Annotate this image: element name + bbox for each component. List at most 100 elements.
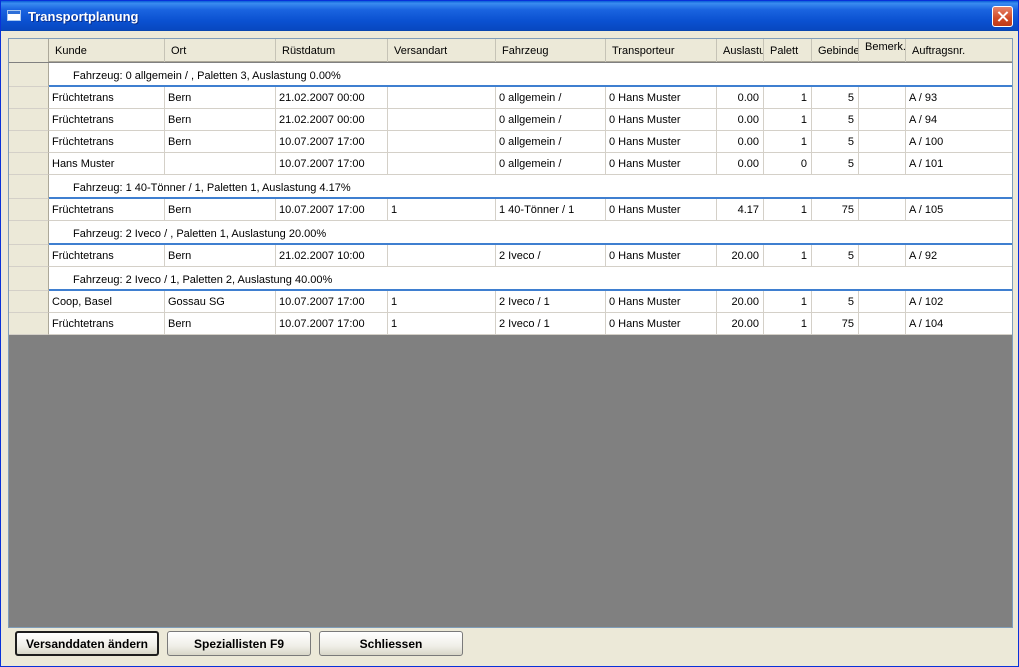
table-cell[interactable]: 0 Hans Muster [606,199,717,221]
table-row[interactable]: Hans Muster 10.07.2007 17:00 0 allgemein /… [9,153,1012,175]
table-cell[interactable] [859,291,906,313]
row-selector[interactable] [9,63,49,87]
table-cell[interactable]: Früchtetrans [49,131,165,153]
row-selector[interactable] [9,175,49,199]
table-cell[interactable]: A / 100 [906,131,1012,153]
row-selector[interactable] [9,153,49,175]
table-cell[interactable]: 75 [812,313,859,335]
column-header-gebinde[interactable]: Gebinde [812,39,859,62]
table-cell[interactable]: 0.00 [717,87,764,109]
table-cell[interactable]: Früchtetrans [49,109,165,131]
table-cell[interactable]: 0 [764,153,812,175]
row-selector[interactable] [9,131,49,153]
column-header-ort[interactable]: Ort [165,39,276,62]
table-cell[interactable]: Früchtetrans [49,245,165,267]
group-row[interactable]: Fahrzeug: 2 Iveco / , Paletten 1, Auslas… [9,221,1012,245]
column-header-auslastu[interactable]: Auslastu [717,39,764,62]
table-cell[interactable]: Früchtetrans [49,313,165,335]
group-row[interactable]: Fahrzeug: 0 allgemein / , Paletten 3, Au… [9,63,1012,87]
column-header-palett[interactable]: Palett [764,39,812,62]
column-header-transporteur[interactable]: Transporteur [606,39,717,62]
table-cell[interactable]: 1 [388,291,496,313]
table-cell[interactable]: 20.00 [717,291,764,313]
row-selector[interactable] [9,291,49,313]
table-cell[interactable] [859,245,906,267]
table-cell[interactable]: 0.00 [717,153,764,175]
table-cell[interactable]: Coop, Basel [49,291,165,313]
table-cell[interactable] [388,87,496,109]
table-cell[interactable]: 2 Iveco / 1 [496,291,606,313]
table-cell[interactable] [165,153,276,175]
table-row[interactable]: Früchtetrans Bern 21.02.2007 00:00 0 allgem… [9,87,1012,109]
table-cell[interactable]: A / 104 [906,313,1012,335]
column-header-versandart[interactable]: Versandart [388,39,496,62]
table-cell[interactable]: 20.00 [717,245,764,267]
table-cell[interactable]: 1 [764,131,812,153]
table-row[interactable]: Früchtetrans Bern 10.07.2007 17:00 1 2 Iveco… [9,313,1012,335]
row-selector[interactable] [9,221,49,245]
table-cell[interactable]: Bern [165,245,276,267]
table-cell[interactable] [859,199,906,221]
table-cell[interactable]: A / 93 [906,87,1012,109]
column-header-auftragsnr[interactable]: Auftragsnr. [906,39,1012,62]
table-cell[interactable]: 1 [764,291,812,313]
table-cell[interactable]: 20.00 [717,313,764,335]
table-row[interactable]: Früchtetrans Bern 10.07.2007 17:00 0 allgem… [9,131,1012,153]
table-cell[interactable]: 0 Hans Muster [606,109,717,131]
table-cell[interactable]: A / 92 [906,245,1012,267]
table-cell[interactable]: 2 Iveco / [496,245,606,267]
table-row[interactable]: Früchtetrans Bern 21.02.2007 00:00 0 allgem… [9,109,1012,131]
table-cell[interactable]: 0 allgemein / [496,131,606,153]
table-cell[interactable]: 10.07.2007 17:00 [276,291,388,313]
table-cell[interactable]: 0 Hans Muster [606,131,717,153]
row-selector[interactable] [9,109,49,131]
title-bar[interactable]: Transportplanung [1,1,1018,31]
transport-grid[interactable]: Kunde Ort Rüstdatum Versandart Fahrzeug Trans… [8,38,1013,628]
row-selector[interactable] [9,87,49,109]
table-cell[interactable]: Hans Muster [49,153,165,175]
table-cell[interactable] [859,131,906,153]
table-cell[interactable]: Bern [165,87,276,109]
table-cell[interactable]: 0 allgemein / [496,109,606,131]
table-cell[interactable]: Früchtetrans [49,87,165,109]
table-cell[interactable]: 1 [388,313,496,335]
table-cell[interactable]: 5 [812,245,859,267]
versanddaten-aendern-button[interactable]: Versanddaten ändern [15,631,159,656]
column-header-fahrzeug[interactable]: Fahrzeug [496,39,606,62]
table-cell[interactable]: 10.07.2007 17:00 [276,131,388,153]
row-selector[interactable] [9,245,49,267]
table-cell[interactable]: 0 allgemein / [496,87,606,109]
table-cell[interactable]: 21.02.2007 00:00 [276,87,388,109]
column-header-rüstdatum[interactable]: Rüstdatum [276,39,388,62]
table-cell[interactable] [388,153,496,175]
table-row[interactable]: Früchtetrans Bern 10.07.2007 17:00 1 1 40-Tö… [9,199,1012,221]
table-cell[interactable] [388,131,496,153]
table-cell[interactable]: 4.17 [717,199,764,221]
table-cell[interactable]: 1 [764,313,812,335]
table-cell[interactable]: 5 [812,87,859,109]
table-cell[interactable]: 21.02.2007 00:00 [276,109,388,131]
table-row[interactable]: Coop, Basel Gossau SG 10.07.2007 17:00 1 2 I… [9,291,1012,313]
table-cell[interactable]: 1 [388,199,496,221]
table-cell[interactable]: 0 Hans Muster [606,245,717,267]
table-cell[interactable] [388,245,496,267]
table-cell[interactable]: 1 [764,245,812,267]
table-cell[interactable]: 0 Hans Muster [606,87,717,109]
table-cell[interactable]: 0.00 [717,109,764,131]
row-selector[interactable] [9,313,49,335]
table-cell[interactable]: Früchtetrans [49,199,165,221]
table-cell[interactable]: 10.07.2007 17:00 [276,153,388,175]
column-header-kunde[interactable]: Kunde [49,39,165,62]
table-cell[interactable]: 5 [812,153,859,175]
table-cell[interactable]: 1 [764,109,812,131]
table-cell[interactable]: 1 [764,199,812,221]
speziallisten-button[interactable]: Speziallisten F9 [167,631,311,656]
table-row[interactable]: Früchtetrans Bern 21.02.2007 10:00 2 Iveco … [9,245,1012,267]
header-row-selector[interactable] [9,39,49,62]
table-cell[interactable]: A / 102 [906,291,1012,313]
column-header-bemerk[interactable]: Bemerk. [859,39,906,62]
row-selector[interactable] [9,267,49,291]
table-cell[interactable]: Bern [165,199,276,221]
table-cell[interactable]: Gossau SG [165,291,276,313]
table-cell[interactable]: 1 40-Tönner / 1 [496,199,606,221]
